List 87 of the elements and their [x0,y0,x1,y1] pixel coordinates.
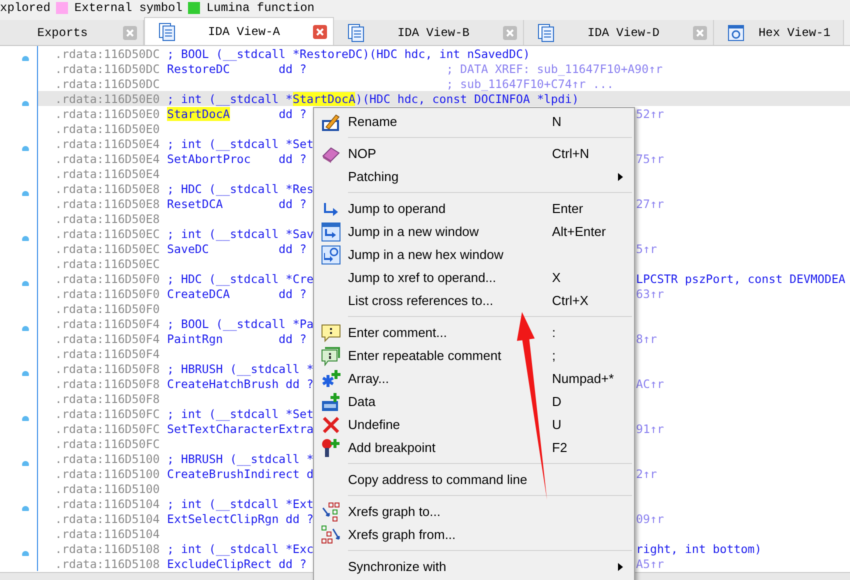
address-text: .rdata:116D50FC [55,422,161,436]
address-text: .rdata:116D5108 [55,542,161,556]
code-text: ; int (__stdcall *Exc [167,542,314,556]
code-text: 27↑r [636,196,664,210]
address-text: .rdata:116D50EC [55,256,161,270]
address-text: .rdata:116D50F8 [55,392,161,406]
code-text: 8↑r [636,332,657,346]
code-text: ; BOOL (__stdcall *Pa [167,316,314,330]
shortcut-text: F2 [552,440,568,455]
address-text: .rdata:116D50E4 [55,166,161,180]
address-text: .rdata:116D50FC [55,406,161,420]
address-text: .rdata:116D50F4 [55,332,161,346]
address-text: .rdata:116D50E0 [55,106,161,120]
code-text: 09↑r [636,512,664,526]
code-text: 52↑r [636,106,664,120]
legend-label: External symbol [74,1,182,15]
code-text: SetAbortProc dd ? [167,152,307,166]
code-text: ExcludeClipRect dd ? [167,556,307,570]
shortcut-text: Ctrl+N [552,146,590,161]
address-text: .rdata:116D5104 [55,512,161,526]
code-text: SetTextCharacterExtra [167,422,314,436]
address-text: .rdata:116D50E4 [55,136,161,150]
address-text: .rdata:116D50F0 [55,302,161,316]
address-text: .rdata:116D5104 [55,526,161,540]
address-text: .rdata:116D50F0 [55,286,161,300]
address-text: .rdata:116D50DC [55,76,161,90]
legend-label: xplored [0,1,50,15]
address-text: .rdata:116D50E8 [55,196,161,210]
address-text: .rdata:116D5100 [55,452,161,466]
address-text: .rdata:116D50E0 [55,92,161,106]
code-text: ; int (__stdcall *Set [167,406,314,420]
code-text: PaintRgn dd ? [167,332,307,346]
code-text: 63↑r [636,286,664,300]
code-text: ; HBRUSH (__stdcall * [167,362,314,376]
shortcut-text: U [552,417,562,432]
shortcut-text: D [552,394,562,409]
code-text: ; int (__stdcall *Ext [167,496,314,510]
code-text: 75↑r [636,152,664,166]
shortcut-text: X [552,270,561,285]
address-text: .rdata:116D50E4 [55,152,161,166]
address-text: .rdata:116D50E0 [55,122,161,136]
code-text: right, int bottom) [636,542,762,556]
code-text: ; int (__stdcall *Sav [167,226,314,240]
address-text: .rdata:116D50F4 [55,316,161,330]
address-text: .rdata:116D50E8 [55,182,161,196]
code-text: ; int (__stdcall *Set [167,136,314,150]
address-text: .rdata:116D5104 [55,496,161,510]
code-text: ; HDC (__stdcall *Res [167,182,314,196]
code-text: ; HBRUSH (__stdcall * [167,452,314,466]
shortcut-text: Numpad+* [552,371,614,386]
code-text: CreateDCA dd ? [167,286,307,300]
code-text: ExtSelectClipRgn dd ? [167,512,314,526]
shortcut-text: N [552,114,562,129]
address-text: .rdata:116D5100 [55,482,161,496]
code-text: RestoreDC dd ? ; DATA XREF: sub_11647F10+A90↑r [167,62,663,76]
code-text: 2↑r [636,466,657,480]
address-text: .rdata:116D50DC [55,46,161,60]
code-text: ; BOOL (__stdcall *RestoreDC)(HDC hdc, int nSavedDC) [167,46,530,60]
code-text: CreateHatchBrush dd ? [167,376,314,390]
code-text: ; HDC (__stdcall *Cre [167,272,314,286]
code-text: ResetDCA dd ? [167,196,307,210]
code-text: A5↑r [636,556,664,570]
code-text: AC↑r [636,376,664,390]
code-text: 91↑r [636,422,664,436]
address-text: .rdata:116D50F8 [55,362,161,376]
address-text: .rdata:116D50EC [55,242,161,256]
shortcut-text: Enter [552,201,584,216]
legend-label: Lumina function [206,1,314,15]
address-text: .rdata:116D50DC [55,62,161,76]
code-text: 5↑r [636,242,657,256]
address-text: .rdata:116D50F4 [55,346,161,360]
shortcut-text: Ctrl+X [552,293,588,308]
code-text: ; sub_11647F10+C74↑r ... [445,76,614,90]
address-text: .rdata:116D5108 [55,556,161,570]
address-text: .rdata:116D50F0 [55,272,161,286]
code-text: CreateBrushIndirect d [167,466,314,480]
address-text: .rdata:116D5100 [55,466,161,480]
address-text: .rdata:116D50F8 [55,376,161,390]
address-text: .rdata:116D50FC [55,436,161,450]
address-text: .rdata:116D50EC [55,226,161,240]
shortcut-text: ; [552,348,556,363]
address-text: .rdata:116D50E8 [55,212,161,226]
code-text: StartDocA dd ? [167,106,307,120]
code-text: LPCSTR pszPort, const DEVMODEA [636,272,846,286]
shortcut-text: Alt+Enter [552,224,606,239]
shortcut-text: : [552,325,556,340]
code-text: SaveDC dd ? [167,242,307,256]
